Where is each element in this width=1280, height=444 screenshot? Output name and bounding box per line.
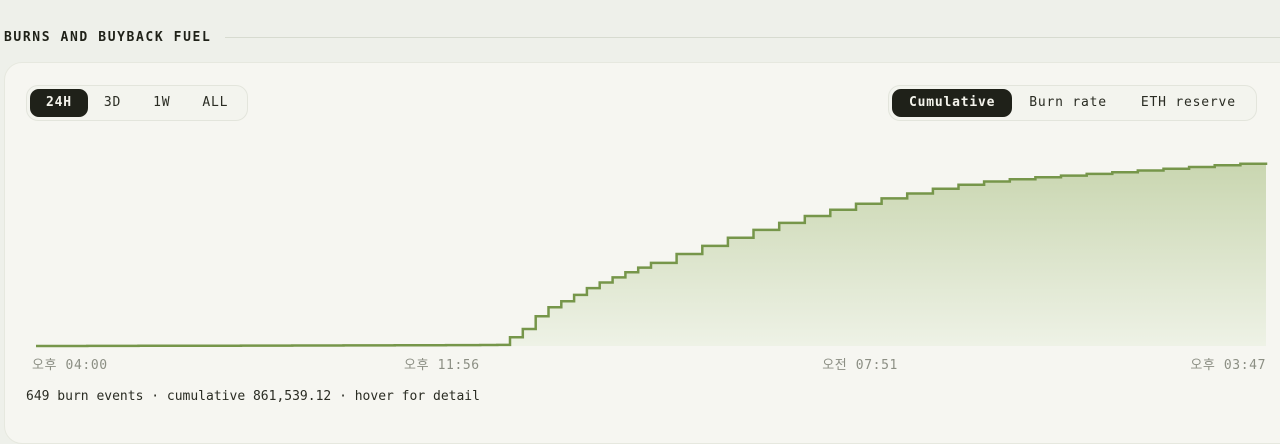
x-tick-label: 오후 04:00 xyxy=(32,358,108,373)
section-title: BURNS AND BUYBACK FUEL xyxy=(4,29,212,45)
view-cumulative-button[interactable]: Cumulative xyxy=(892,89,1013,117)
view-eth-reserve-button[interactable]: ETH reserve xyxy=(1124,89,1253,117)
x-tick-label: 오전 07:51 xyxy=(822,358,898,373)
range-3d-button[interactable]: 3D xyxy=(88,89,137,117)
x-tick-label: 오후 11:56 xyxy=(404,358,480,373)
range-all-button[interactable]: ALL xyxy=(186,89,244,117)
view-burn-rate-button[interactable]: Burn rate xyxy=(1012,89,1124,117)
section-header: BURNS AND BUYBACK FUEL xyxy=(0,24,1280,50)
range-24h-button[interactable]: 24H xyxy=(30,89,88,117)
section-divider xyxy=(225,36,1280,38)
range-1w-button[interactable]: 1W xyxy=(137,89,186,117)
chart-view-selector: Cumulative Burn rate ETH reserve xyxy=(888,85,1257,121)
chart-summary-text: 649 burn events · cumulative 861,539.12 … xyxy=(26,389,480,404)
x-tick-label: 오후 03:47 xyxy=(1190,358,1266,373)
time-range-selector: 24H 3D 1W ALL xyxy=(26,85,249,121)
